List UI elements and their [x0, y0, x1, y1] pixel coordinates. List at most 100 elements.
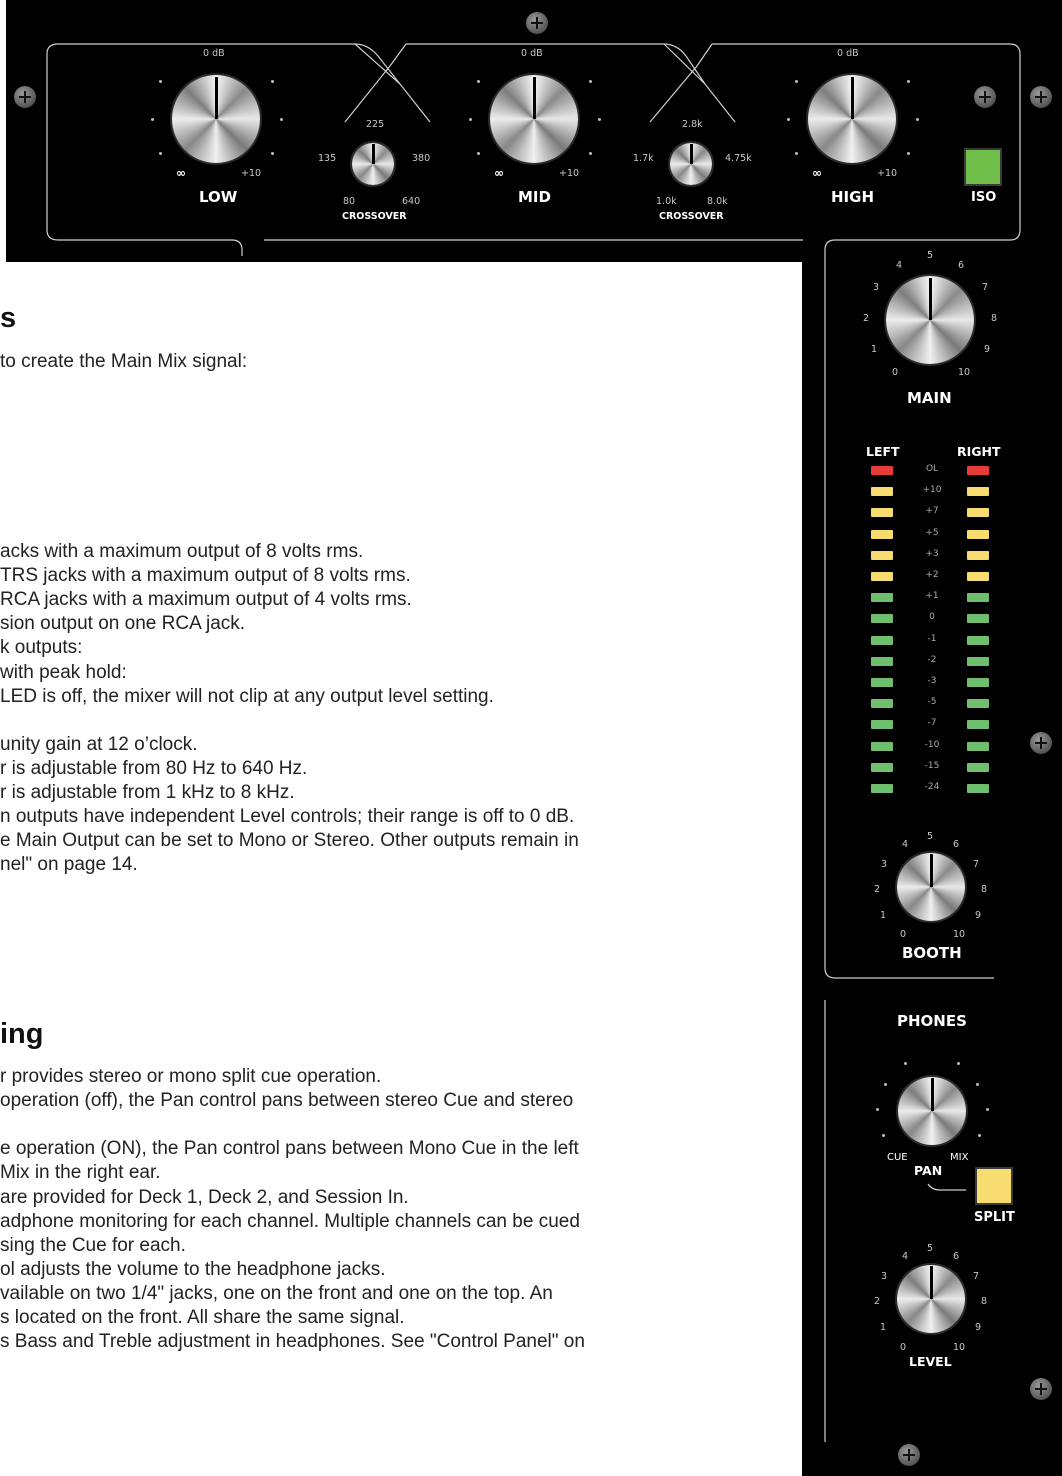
- doc-text-line: LED is off, the mixer will not clip at a…: [0, 685, 494, 707]
- meter-right-led: [967, 572, 989, 581]
- xover1-bl-label: 80: [343, 196, 356, 207]
- booth-level-knob[interactable]: [897, 853, 965, 921]
- doc-text-line: e operation (ON), the Pan control pans b…: [0, 1138, 579, 1160]
- meter-left-led: [871, 487, 893, 497]
- xover2-bl-label: 1.0k: [656, 196, 677, 207]
- booth-scale-6: 6: [953, 839, 960, 850]
- screw-icon: [1030, 1378, 1052, 1400]
- main-label: MAIN: [907, 389, 952, 407]
- doc-text-line: sing the Cue for each.: [0, 1234, 186, 1256]
- xover1-br-label: 640: [402, 196, 421, 207]
- scale-dot: [271, 80, 274, 83]
- main-scale-1: 1: [871, 344, 878, 355]
- doc-text-line: k outputs:: [0, 637, 83, 659]
- doc-text-line: adphone monitoring for each channel. Mul…: [0, 1210, 580, 1232]
- doc-text-line: TRS jacks with a maximum output of 8 vol…: [0, 565, 411, 587]
- meter-right-led: [967, 656, 989, 666]
- scale-dot: [787, 118, 790, 121]
- iso-button[interactable]: [964, 148, 1002, 186]
- scale-dot: [907, 80, 910, 83]
- low-eq-knob[interactable]: [172, 75, 260, 163]
- main-scale-9: 9: [984, 344, 991, 355]
- crossover-low-knob[interactable]: [352, 143, 394, 185]
- meter-scale-label: +1: [925, 591, 939, 602]
- mix-label: MIX: [950, 1152, 969, 1163]
- meter-scale-label: -10: [924, 739, 940, 750]
- booth-scale-2: 2: [874, 884, 881, 895]
- screw-icon: [14, 86, 36, 108]
- high-inf-label: ∞: [812, 166, 822, 180]
- main-scale-3: 3: [873, 282, 880, 293]
- doc-text-line: ol adjusts the volume to the headphone j…: [0, 1258, 386, 1280]
- meter-right-led: [967, 635, 989, 645]
- xover2-right-label: 4.75k: [725, 153, 752, 164]
- meter-left-led: [871, 635, 893, 645]
- doc-text-line: with peak hold:: [0, 661, 127, 683]
- high-label: HIGH: [831, 188, 875, 206]
- intro-text: to create the Main Mix signal:: [0, 351, 248, 372]
- scale-dot: [957, 1062, 960, 1065]
- screw-icon: [974, 86, 996, 108]
- xover1-left-label: 135: [318, 153, 337, 164]
- split-button[interactable]: [975, 1167, 1013, 1205]
- meter-right-led: [967, 784, 989, 793]
- booth-scale-3: 3: [881, 859, 888, 870]
- scale-dot: [477, 80, 480, 83]
- scale-dot: [151, 118, 154, 121]
- scale-dot: [795, 80, 798, 83]
- main-level-knob[interactable]: [886, 276, 974, 364]
- mid-label: MID: [518, 188, 551, 206]
- scale-dot: [271, 152, 274, 155]
- high-eq-knob[interactable]: [808, 75, 896, 163]
- meter-right-led: [967, 529, 989, 539]
- scale-dot: [795, 152, 798, 155]
- scale-dot: [159, 80, 162, 83]
- section-heading-monitoring: ing: [0, 1018, 44, 1050]
- doc-text-line: sion output on one RCA jack.: [0, 613, 246, 635]
- screw-icon: [526, 12, 548, 34]
- meter-right-led: [967, 699, 989, 709]
- scale-dot: [477, 152, 480, 155]
- booth-label: BOOTH: [902, 944, 962, 962]
- doc-text-line: s located on the front. All share the sa…: [0, 1307, 405, 1328]
- meter-left-led: [871, 720, 893, 730]
- pan-knob[interactable]: [898, 1077, 966, 1145]
- crossover-high-knob[interactable]: [670, 143, 712, 185]
- booth-scale-7: 7: [973, 859, 980, 870]
- mid-eq-knob[interactable]: [490, 75, 578, 163]
- phones-level-knob[interactable]: [897, 1265, 965, 1333]
- scale-dot: [598, 118, 601, 121]
- meter-left-label: LEFT: [866, 444, 900, 459]
- meter-right-led: [967, 466, 989, 475]
- level-label: LEVEL: [909, 1354, 952, 1369]
- doc-text-line: RCA jacks with a maximum output of 4 vol…: [0, 589, 412, 611]
- meter-left-led: [871, 593, 893, 603]
- booth-scale-10: 10: [953, 929, 966, 940]
- doc-text-line: acks with a maximum output of 8 volts rm…: [0, 541, 364, 562]
- screw-icon: [898, 1444, 920, 1466]
- meter-left-led: [871, 656, 893, 666]
- meter-left-led: [871, 508, 893, 518]
- doc-text-line: r is adjustable from 1 kHz to 8 kHz.: [0, 782, 295, 803]
- xover2-br-label: 8.0k: [707, 196, 728, 207]
- mid-inf-label: ∞: [494, 166, 504, 180]
- crossover-high-label: CROSSOVER: [659, 211, 724, 222]
- level-scale-6: 6: [953, 1251, 960, 1262]
- main-scale-2: 2: [863, 313, 870, 324]
- main-scale-8: 8: [991, 313, 998, 324]
- scale-dot: [589, 80, 592, 83]
- doc-text-line: nel" on page 14.: [0, 854, 138, 876]
- booth-scale-1: 1: [880, 910, 887, 921]
- booth-scale-9: 9: [975, 910, 982, 921]
- level-scale-2: 2: [874, 1296, 881, 1307]
- main-scale-10: 10: [958, 367, 971, 378]
- scale-dot: [978, 1134, 981, 1137]
- scale-dot: [916, 118, 919, 121]
- meter-left-led: [871, 699, 893, 709]
- high-plus10-label: +10: [877, 168, 898, 179]
- scale-dot: [986, 1108, 989, 1111]
- meter-left-led: [871, 762, 893, 772]
- scale-dot: [904, 1062, 907, 1065]
- meter-scale-label: -7: [927, 718, 937, 729]
- doc-text-line: r provides stereo or mono split cue oper…: [0, 1066, 382, 1087]
